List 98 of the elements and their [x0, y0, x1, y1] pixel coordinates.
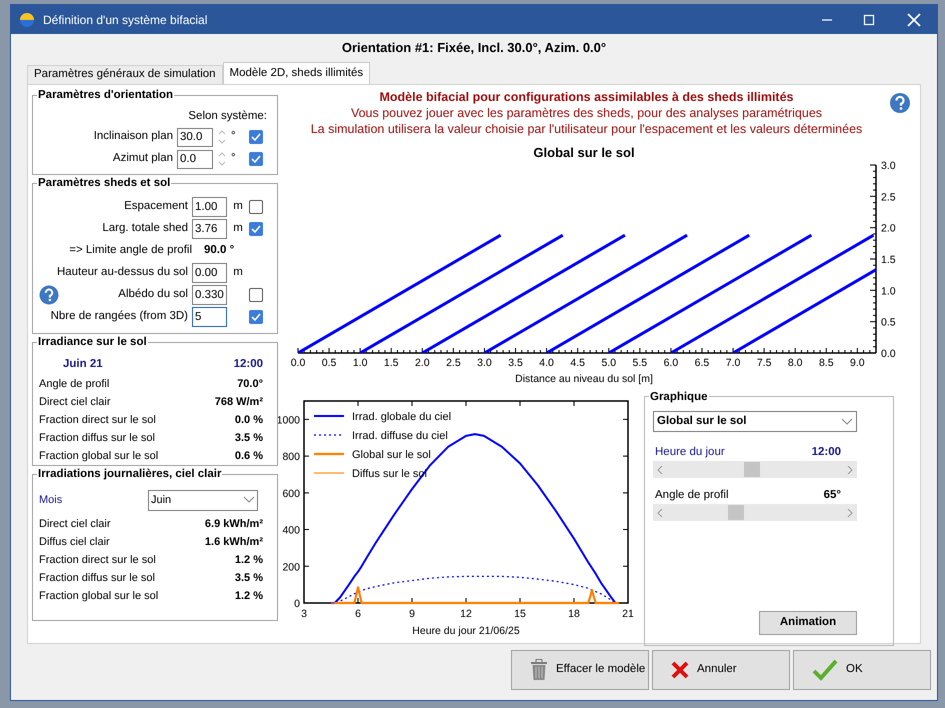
row-label: Fraction diffus sur le sol: [39, 430, 156, 446]
info-text: Vous pouvez jouer avec les paramètres des sheds, pour des analyses paramétriques: [350, 105, 822, 121]
unit-label: m: [232, 199, 244, 214]
tick-label: 2.5: [446, 357, 461, 369]
dropdown-value: Global sur le sol: [657, 414, 746, 429]
tick-label: 1.5: [881, 254, 896, 266]
tick-label: 2.0: [415, 357, 430, 369]
tick-label: 0.5: [322, 357, 336, 369]
field-label: Mois: [39, 492, 64, 508]
info-text: La simulation utilisera la valeur choisie par l'utilisateur pour l'espacement et les valeurs déterminées: [310, 121, 862, 137]
legend-label: Irrad. globale du ciel: [352, 411, 452, 423]
tick-label: 2.0: [881, 222, 896, 235]
tick-label: 15: [514, 608, 526, 620]
tick-label: 6: [355, 608, 361, 620]
axis-label: Heure du jour 21/06/25: [412, 625, 520, 637]
row-value: 3.5 %: [234, 570, 264, 586]
legend-label: Global sur le sol: [352, 449, 431, 461]
row-label: Fraction diffus sur le sol: [39, 570, 156, 586]
date-label: Juin 21: [62, 357, 104, 372]
tick-label: 5.0: [601, 357, 616, 369]
tick-label: 3: [301, 608, 307, 620]
row-label: Fraction direct sur le sol: [39, 552, 157, 568]
tick-label: 18: [568, 608, 580, 620]
field-label: Hauteur au-dessus du sol: [56, 265, 188, 280]
tick-label: 2.5: [881, 191, 896, 204]
row-label: Angle de profil: [39, 376, 110, 392]
row-value: 1.2 %: [234, 588, 264, 604]
row-value: 768 W/m²: [214, 394, 264, 410]
tick-label: 8.5: [818, 357, 834, 369]
tick-label: 9.0: [850, 357, 865, 369]
legend-entry: Irrad. diffuse du ciel: [314, 430, 448, 442]
slider-label: Angle de profil: [654, 488, 730, 503]
tick-label: 3.0: [881, 160, 896, 172]
tick-label: 1.5: [384, 357, 399, 369]
readout-value: 90.0 °: [203, 243, 236, 258]
row-value: 6.9 kWh/m²: [204, 516, 264, 532]
tick-label: 6.5: [694, 357, 710, 369]
field-label: Azimut plan: [112, 151, 173, 166]
tick-label: 4.0: [539, 357, 554, 369]
legend-label: Irrad. diffuse du ciel: [352, 430, 448, 442]
row-value: 0.6 %: [234, 448, 264, 464]
unit-label: °: [231, 129, 237, 144]
unit-label: °: [231, 151, 237, 166]
field-label: Nbre de rangées (from 3D): [50, 309, 188, 324]
field-label: Albédo du sol: [117, 287, 188, 302]
tick-label: 0.0: [881, 348, 896, 360]
legend-entry: Irrad. globale du ciel: [314, 411, 452, 423]
tick-label: 3.0: [477, 357, 492, 369]
tick-label: 4.5: [570, 357, 585, 369]
window-title: Définition d'un système bifacial: [43, 12, 208, 28]
axis-label: Distance au niveau du sol [m]: [515, 373, 653, 385]
tick-label: 400: [282, 524, 300, 537]
row-value: 1.2 %: [234, 552, 264, 568]
chart-title: Global sur le sol: [533, 145, 635, 160]
readout-label: => Limite angle de profil: [68, 243, 192, 258]
dropdown-value: Juin: [151, 492, 172, 508]
tick-label: 21: [622, 608, 634, 620]
row-label: Fraction global sur le sol: [39, 588, 160, 604]
field-label: Espacement: [123, 199, 188, 214]
slider-reading: 65°: [824, 488, 842, 503]
tick-label: 6.0: [664, 357, 678, 369]
row-value: 3.5 %: [234, 430, 264, 446]
legend-entry: Global sur le sol: [314, 449, 431, 461]
orientation-heading: Orientation #1: Fixée, Incl. 30.0°, Azim. 0.0°: [342, 39, 606, 58]
tick-label: 800: [282, 451, 300, 464]
tick-label: 1000: [276, 414, 300, 426]
row-value: 0.0 %: [234, 412, 264, 428]
tick-label: 7.5: [756, 357, 772, 369]
tick-label: 8.0: [788, 357, 802, 369]
tick-label: 0.0: [290, 357, 306, 369]
row-label: Direct ciel clair: [39, 516, 112, 532]
tick-label: 9: [409, 608, 415, 620]
row-label: Fraction direct sur le sol: [39, 412, 157, 428]
tick-label: 0: [294, 598, 300, 610]
tick-label: 5.5: [632, 357, 648, 369]
unit-label: m: [232, 221, 244, 236]
row-label: Fraction global sur le sol: [39, 448, 160, 464]
slider-reading: 12:00: [812, 445, 842, 460]
field-label: Inclinaison plan: [92, 129, 173, 144]
time-label: 12:00: [234, 357, 264, 372]
unit-label: m: [232, 265, 244, 280]
tick-label: 200: [282, 561, 300, 574]
row-value: 70.0°: [237, 376, 264, 392]
tick-label: 12: [460, 608, 472, 620]
field-label: Larg. totale shed: [101, 221, 188, 236]
tick-label: 0.5: [881, 316, 896, 329]
tick-label: 600: [282, 488, 300, 500]
row-value: 1.6 kWh/m²: [204, 534, 264, 550]
row-label: Direct ciel clair: [39, 394, 112, 410]
model-title: Modèle bifacial pour configurations assimilables à des sheds illimités: [379, 89, 794, 105]
tick-label: 1.0: [881, 285, 896, 298]
tick-label: 3.5: [508, 357, 523, 369]
row-label: Diffus ciel clair: [39, 534, 111, 550]
slider-label: Heure du jour: [654, 445, 726, 460]
tick-label: 7.0: [726, 357, 740, 369]
tick-label: 1.0: [352, 357, 368, 369]
column-label: Selon système:: [188, 109, 267, 124]
group-title: Irradiations journalières, ciel clair: [37, 467, 222, 482]
